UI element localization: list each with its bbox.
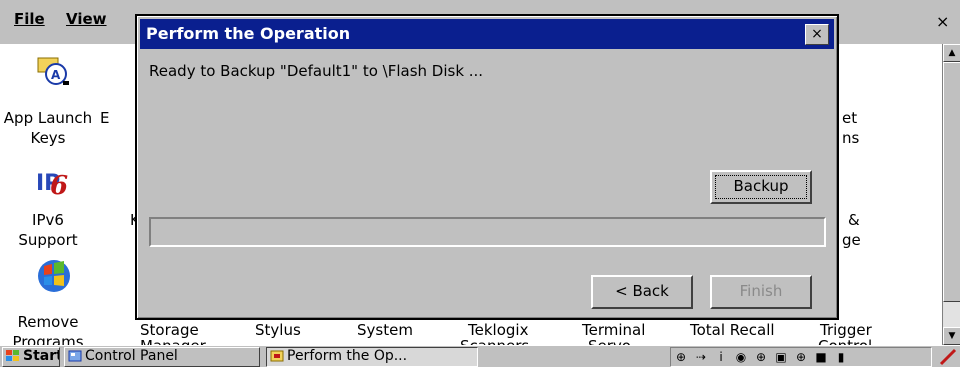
remove-programs-label-2: Programs xyxy=(12,333,84,345)
focus-rect xyxy=(715,175,807,199)
teklogix-scanners-label-2: Scanners xyxy=(460,336,529,345)
finish-button-label: Finish xyxy=(739,282,783,300)
remove-programs-icon[interactable] xyxy=(34,254,74,294)
back-button[interactable]: < Back xyxy=(591,275,693,309)
stylus-label: Stylus xyxy=(255,321,301,339)
tray-info-icon[interactable]: i xyxy=(713,350,729,364)
backup-button[interactable]: Backup xyxy=(710,170,812,204)
finish-button[interactable]: Finish xyxy=(710,275,812,309)
scroll-down-button[interactable]: ▼ xyxy=(943,327,960,345)
ipv6-support-item[interactable]: IPv6 Support xyxy=(0,210,96,250)
app-launch-keys-item[interactable]: App Launch Keys xyxy=(0,108,96,148)
svg-text:A: A xyxy=(51,68,61,82)
control-panel-label: Control Panel xyxy=(85,348,178,364)
ipv6-label: IPv6 xyxy=(32,211,64,229)
tray-network-icon[interactable]: ⊕ xyxy=(673,350,689,364)
status-text: Ready to Backup "Default1" to \Flash Dis… xyxy=(149,62,484,80)
start-button[interactable]: Start xyxy=(2,347,60,367)
vertical-scrollbar[interactable]: ▲ ▼ xyxy=(942,44,960,345)
storage-manager-label-2: Manager xyxy=(140,336,206,345)
ipv6-label-2: Support xyxy=(18,231,78,249)
scroll-up-button[interactable]: ▲ xyxy=(943,44,960,62)
taskbar-perform-operation[interactable]: Perform the Op... xyxy=(266,347,478,367)
taskbar: Start Control Panel Perform the Op... ⊕ ⇢… xyxy=(0,345,960,367)
tray-tools-icon[interactable]: ■ xyxy=(813,350,829,364)
trigger-control-label-2: Control xyxy=(818,336,872,345)
system-label: System xyxy=(357,321,413,339)
tray-globe2-icon[interactable]: ⊕ xyxy=(793,350,809,364)
dialog-title: Perform the Operation xyxy=(146,24,351,43)
dialog-titlebar[interactable]: Perform the Operation × xyxy=(140,19,834,49)
view-menu-label: View xyxy=(66,10,107,28)
remove-programs-item[interactable]: Remove Programs xyxy=(0,312,96,345)
back-button-label: < Back xyxy=(615,282,669,300)
ipv6-icon[interactable]: IP 6 xyxy=(34,164,70,198)
start-label: Start xyxy=(23,348,60,364)
partial-label: & xyxy=(848,211,860,229)
progress-bar xyxy=(149,217,826,247)
file-menu-label: File xyxy=(14,10,45,28)
perform-operation-dialog: Perform the Operation × Ready to Backup … xyxy=(135,14,839,320)
partial-label: ge xyxy=(842,231,861,249)
dialog-close-button[interactable]: × xyxy=(805,24,829,45)
tray-lock-icon[interactable]: ▣ xyxy=(773,350,789,364)
partial-label: ns xyxy=(842,129,860,147)
control-panel-icon xyxy=(68,350,82,362)
tray-battery-icon[interactable]: ▮ xyxy=(833,350,849,364)
app-launch-keys-icon[interactable]: A xyxy=(36,54,70,90)
tray-alert-icon[interactable]: ◉ xyxy=(733,350,749,364)
file-menu[interactable]: File xyxy=(8,10,51,28)
app-launch-keys-label-2: Keys xyxy=(30,129,66,147)
app-launch-keys-label: App Launch xyxy=(3,109,93,127)
svg-text:6: 6 xyxy=(50,171,68,198)
taskbar-control-panel[interactable]: Control Panel xyxy=(64,347,260,367)
terminal-servo-label-2: Servo xyxy=(588,336,631,345)
perform-operation-icon xyxy=(270,350,284,362)
partial-label: E xyxy=(100,109,110,127)
perform-operation-label: Perform the Op... xyxy=(287,348,408,364)
tray-globe-icon[interactable]: ⊕ xyxy=(753,350,769,364)
system-tray: ⊕ ⇢ i ◉ ⊕ ▣ ⊕ ■ ▮ xyxy=(670,347,932,367)
window-close-button[interactable]: × xyxy=(936,12,949,31)
scroll-thumb[interactable] xyxy=(943,62,960,302)
tray-connection-icon[interactable]: ⇢ xyxy=(693,350,709,364)
remove-programs-label: Remove xyxy=(17,313,79,331)
windows-flag-icon xyxy=(6,350,19,361)
partial-label: et xyxy=(842,109,858,127)
view-menu[interactable]: View xyxy=(60,10,113,28)
total-recall-label: Total Recall xyxy=(690,321,775,339)
stylus-pen-icon[interactable] xyxy=(938,347,958,367)
